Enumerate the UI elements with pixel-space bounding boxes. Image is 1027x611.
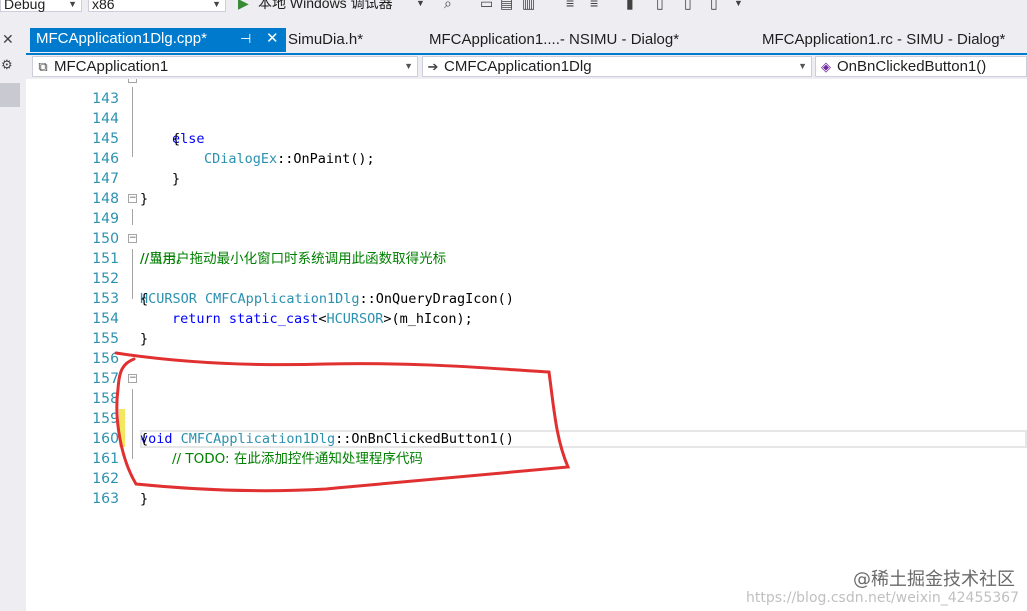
settings-icon[interactable]: ⚙ — [1, 57, 13, 73]
chevron-down-icon: ▼ — [212, 0, 221, 9]
bookmark-flag-icon[interactable]: ▮ — [626, 0, 634, 10]
watermark: @稀土掘金技术社区 — [853, 569, 1015, 590]
project-value: MFCApplication1 — [54, 58, 169, 75]
member-value: OnBnClickedButton1() — [837, 58, 987, 75]
tab-label: SimuDia.h* — [288, 31, 364, 48]
member-dropdown[interactable]: ◈ OnBnClickedButton1() — [815, 56, 1027, 77]
chevron-down-icon: ▼ — [404, 61, 413, 71]
watermark-url: https://blog.csdn.net/weixin_42455367 — [745, 590, 1019, 606]
tab-simudia-h[interactable]: SimuDia.h* — [288, 29, 363, 51]
prev-bookmark-icon[interactable]: ▯ — [656, 0, 664, 10]
tab-nsimu-dialog[interactable]: MFCApplication1....- NSIMU - Dialog* — [429, 29, 679, 51]
project-dropdown[interactable]: ⧉ MFCApplication1 ▼ — [32, 56, 418, 77]
tab-label: MFCApplication1.rc - SIMU - Dialog* — [762, 31, 1006, 48]
project-icon: ⧉ — [38, 59, 48, 74]
tab-mfcapplication1dlg-cpp[interactable]: MFCApplication1Dlg.cpp* ⊣ ✕ — [30, 28, 286, 52]
close-icon[interactable]: ✕ — [2, 31, 14, 48]
method-icon: ◈ — [821, 59, 831, 74]
tab-label: MFCApplication1Dlg.cpp* — [36, 30, 207, 47]
code-editor[interactable]: 143 − else 144 { 145 CDialogEx::OnPaint(… — [26, 79, 1027, 611]
find-icon[interactable]: ⌕ — [444, 0, 452, 10]
class-value: CMFCApplication1Dlg — [444, 58, 592, 75]
uncomment-icon[interactable]: ▥ — [522, 0, 535, 10]
chevron-down-icon: ▼ — [798, 61, 807, 71]
tab-rc-simu-dialog[interactable]: MFCApplication1.rc - SIMU - Dialog* — [762, 29, 1005, 51]
red-annotation-circle — [114, 351, 571, 493]
configuration-value: Debug — [4, 0, 46, 12]
close-icon[interactable]: ✕ — [266, 28, 279, 50]
navigation-bar: ⧉ MFCApplication1 ▼ ➔ CMFCApplication1Dlg … — [26, 55, 1027, 79]
tab-label: MFCApplication1....- NSIMU - Dialog* — [429, 31, 680, 48]
platform-value: x86 — [92, 0, 115, 12]
chevron-down-icon[interactable]: ▼ — [416, 0, 425, 10]
bookmark-icon[interactable]: ▭ — [480, 0, 493, 10]
side-tab[interactable] — [0, 83, 20, 107]
arrow-right-icon: ➔ — [427, 59, 439, 74]
comment-icon[interactable]: ▤ — [500, 0, 513, 10]
outdent-icon[interactable]: ≡ — [590, 0, 598, 10]
start-debugging-button[interactable]: 本地 Windows 调试器 — [258, 0, 393, 12]
platform-select[interactable]: x86 ▼ — [88, 0, 226, 12]
clear-bookmarks-icon[interactable]: ▯ — [710, 0, 718, 10]
next-bookmark-icon[interactable]: ▯ — [684, 0, 692, 10]
annotation-stroke — [114, 351, 571, 493]
configuration-select[interactable]: Debug ▼ — [0, 0, 82, 12]
left-tool-strip: ✕ ⚙ — [0, 25, 27, 611]
chevron-down-icon: ▼ — [68, 0, 77, 9]
indent-icon[interactable]: ≡ — [566, 0, 574, 10]
document-tab-bar: MFCApplication1Dlg.cpp* ⊣ ✕ SimuDia.h* M… — [26, 25, 1027, 53]
class-dropdown[interactable]: ➔ CMFCApplication1Dlg ▼ — [422, 56, 812, 77]
pin-icon[interactable]: ⊣ — [240, 28, 251, 50]
main-toolbar: Debug ▼ x86 ▼ ▶ 本地 Windows 调试器 ▼ ⌕ ▭ ▤ ▥… — [0, 0, 1027, 25]
play-icon[interactable]: ▶ — [238, 0, 249, 10]
chevron-down-icon[interactable]: ▼ — [734, 0, 743, 10]
